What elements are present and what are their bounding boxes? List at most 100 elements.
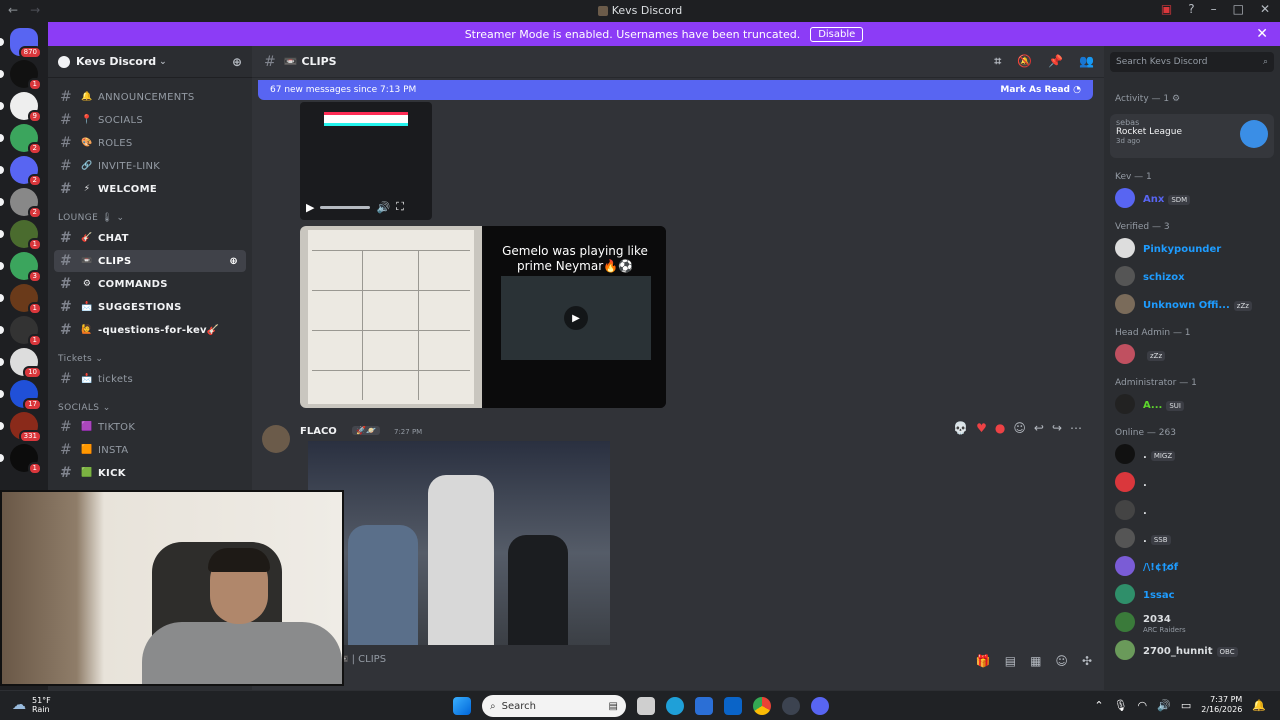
channel-announcements[interactable]: # 🔔 ANNOUNCEMENTS	[54, 86, 246, 108]
channel-chat[interactable]: # 🎸 CHAT	[54, 227, 246, 249]
activity-card[interactable]: sebas Rocket League 3d ago	[1110, 114, 1274, 158]
server-icon[interactable]: 10	[0, 348, 42, 379]
invite-icon[interactable]: ⊕	[229, 256, 238, 267]
mute-bell-icon[interactable]: 🔕	[1017, 54, 1032, 69]
message-author[interactable]: FLACO	[300, 426, 337, 437]
channel-roles[interactable]: # 🎨 ROLES	[54, 132, 246, 154]
server-header[interactable]: Kevs Discord ⌄ ⊕	[48, 46, 252, 78]
inbox-icon[interactable]: ▣	[1161, 2, 1172, 16]
member-item[interactable]: 2034 ARC Raiders	[1115, 610, 1275, 634]
fullscreen-icon[interactable]: ⛶	[396, 200, 404, 214]
add-member-icon[interactable]: ⊕	[232, 55, 242, 69]
channel-kick[interactable]: # 🟩 KICK	[54, 462, 246, 484]
member-list-icon[interactable]: 👥	[1079, 54, 1094, 69]
red-reaction-icon[interactable]: ●	[995, 421, 1005, 435]
task-view-icon[interactable]	[637, 697, 655, 715]
gif-icon[interactable]: ▤	[1005, 654, 1016, 668]
play-icon[interactable]: ▶	[306, 201, 314, 214]
pin-icon[interactable]: 📌	[1048, 54, 1063, 69]
weather-widget[interactable]: ☁ 51°F Rain	[12, 696, 51, 714]
close-icon[interactable]: ✕	[1260, 2, 1270, 16]
threads-icon[interactable]: ⌗	[994, 54, 1001, 69]
member-item[interactable]: zZz	[1115, 342, 1275, 366]
volume-slider[interactable]	[320, 205, 371, 209]
server-icon[interactable]: 9	[0, 92, 42, 123]
worksheet-image[interactable]	[300, 226, 482, 408]
server-icon[interactable]: 870	[0, 28, 42, 59]
channel-insta[interactable]: # 🟧 INSTA	[54, 439, 246, 461]
member-item[interactable]: /\!¢†o̸f	[1115, 554, 1275, 578]
channel-socials[interactable]: # 📍 SOCIALS	[54, 109, 246, 131]
add-reaction-icon[interactable]: ☺	[1013, 421, 1026, 435]
volume-icon[interactable]: 🔊	[376, 201, 390, 214]
video-attachment[interactable]: ▶ 🔊 ⛶	[300, 102, 432, 220]
server-icon[interactable]: 331	[0, 412, 42, 443]
search-input[interactable]: Search Kevs Discord ⌕	[1110, 52, 1274, 72]
member-item[interactable]: schizox	[1115, 264, 1275, 288]
member-item[interactable]: .	[1115, 498, 1275, 522]
notification-icon[interactable]: 🔔	[1252, 699, 1266, 712]
member-item[interactable]: A... SUI	[1115, 392, 1275, 416]
taskbar-search[interactable]: ⌕ Search ▤	[482, 695, 626, 717]
category-tickets[interactable]: Tickets ⌄	[58, 354, 103, 364]
server-icon[interactable]: 1	[0, 60, 42, 91]
banner-close-icon[interactable]: ✕	[1256, 26, 1268, 42]
maximize-icon[interactable]: □	[1233, 2, 1244, 16]
embed-video-thumbnail[interactable]: ▶	[501, 276, 651, 360]
chevron-up-icon[interactable]: ⌃	[1094, 699, 1103, 712]
server-icon[interactable]: 2	[0, 156, 42, 187]
server-icon[interactable]: 2	[0, 188, 42, 219]
channel-welcome[interactable]: # ⚡ WELCOME	[54, 178, 246, 200]
channel-invite-link[interactable]: # 🔗 INVITE-LINK	[54, 155, 246, 177]
server-icon[interactable]: 1	[0, 444, 42, 475]
gift-icon[interactable]: 🎁	[976, 654, 991, 668]
photo-attachment[interactable]	[308, 441, 610, 645]
more-icon[interactable]: ⋯	[1070, 421, 1082, 435]
heart-reaction-icon[interactable]: ♥	[976, 421, 987, 435]
channel-questions-for-kev[interactable]: # 🙋 -questions-for-kev🎸	[54, 319, 246, 341]
help-icon[interactable]: ?	[1188, 2, 1194, 16]
disable-button[interactable]: Disable	[810, 26, 864, 42]
channel-clips[interactable]: # 📼 CLIPS ⊕	[54, 250, 246, 272]
sticker-icon[interactable]: ▦	[1030, 654, 1041, 668]
category-socials[interactable]: SOCIALS ⌄	[58, 403, 111, 413]
member-item[interactable]: . SSB	[1115, 526, 1275, 550]
avatar[interactable]	[262, 425, 290, 453]
store-icon[interactable]	[695, 697, 713, 715]
microphone-icon[interactable]: 🎙	[1114, 699, 1128, 712]
play-icon[interactable]: ▶	[564, 306, 588, 330]
new-messages-bar[interactable]: 67 new messages since 7:13 PM Mark As Re…	[258, 80, 1093, 100]
steam-icon[interactable]	[782, 697, 800, 715]
server-icon[interactable]: 2	[0, 124, 42, 155]
server-icon[interactable]: 1	[0, 284, 42, 315]
emoji-icon[interactable]: ☺	[1055, 654, 1068, 668]
wifi-icon[interactable]: ◠	[1138, 699, 1148, 712]
edge-icon[interactable]	[666, 697, 684, 715]
server-icon[interactable]: 1	[0, 316, 42, 347]
channel-tiktok[interactable]: # 🟪 TIKTOK	[54, 416, 246, 438]
member-item[interactable]: Unknown Offi... zZz	[1115, 292, 1275, 316]
category-lounge[interactable]: LOUNGE 🌡 ⌄	[58, 213, 124, 223]
channel-commands[interactable]: # ⚙ COMMANDS	[54, 273, 246, 295]
chrome-icon[interactable]	[753, 697, 771, 715]
member-item[interactable]: Anx SDM	[1115, 186, 1275, 210]
clock[interactable]: 7:37 PM 2/16/2026	[1201, 695, 1242, 715]
channel-suggestions[interactable]: # 📩 SUGGESTIONS	[54, 296, 246, 318]
server-icon[interactable]: 17	[0, 380, 42, 411]
windows-start-icon[interactable]	[453, 697, 471, 715]
battery-icon[interactable]: ▭	[1181, 699, 1191, 712]
apps-icon[interactable]: ✣	[1082, 654, 1092, 668]
volume-icon[interactable]: 🔊	[1157, 699, 1171, 712]
mark-as-read-button[interactable]: Mark As Read ◔	[1000, 85, 1081, 95]
member-item[interactable]: .	[1115, 470, 1275, 494]
skull-reaction-icon[interactable]: 💀	[953, 421, 968, 435]
channel-tickets[interactable]: # 📩 tickets	[54, 368, 246, 390]
tiktok-embed[interactable]: Gemelo was playing like prime Neymar🔥⚽ ▶	[484, 226, 666, 408]
forward-icon[interactable]: ↪	[1052, 421, 1062, 435]
member-item[interactable]: Pinkypounder	[1115, 236, 1275, 260]
gear-icon[interactable]: ⚙	[1172, 94, 1180, 104]
outlook-icon[interactable]	[724, 697, 742, 715]
server-icon[interactable]: 1	[0, 220, 42, 251]
member-item[interactable]: 1ssac	[1115, 582, 1275, 606]
reply-icon[interactable]: ↩	[1034, 421, 1044, 435]
